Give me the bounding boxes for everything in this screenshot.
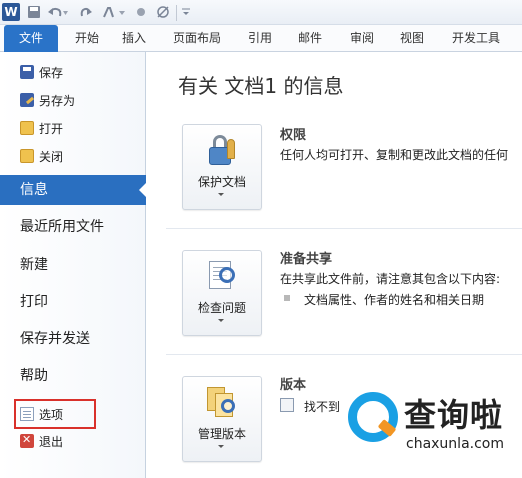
save-command[interactable]: 保存	[20, 61, 63, 83]
redo-icon[interactable]	[78, 3, 94, 21]
tab-references[interactable]: 引用	[240, 25, 280, 52]
quick-access-toolbar: W	[0, 0, 522, 25]
open-command[interactable]: 打开	[20, 117, 63, 139]
options-label: 选项	[39, 407, 64, 422]
page-title: 有关 文档1 的信息	[178, 74, 344, 98]
tab-developer[interactable]: 开发工具	[440, 25, 512, 52]
bullet-icon[interactable]	[134, 3, 148, 21]
word-app-icon[interactable]: W	[2, 3, 20, 21]
folder-open-icon	[20, 121, 34, 135]
exit-icon	[20, 433, 34, 448]
backstage-nav: 保存 另存为 打开 关闭 信息 最近所用文件 新建 打印 保存并发送 帮助 选项…	[0, 52, 147, 478]
section-divider	[166, 354, 522, 355]
dropdown-arrow-icon	[218, 445, 224, 448]
bullet-icon	[284, 295, 290, 301]
lock-key-icon	[205, 133, 239, 167]
nav-new[interactable]: 新建	[20, 252, 48, 278]
check-issues-button[interactable]: 检查问题	[182, 250, 262, 336]
prepare-heading: 准备共享	[280, 252, 333, 267]
save-as-icon	[20, 93, 34, 107]
folder-close-icon	[20, 149, 34, 163]
nav-print[interactable]: 打印	[20, 289, 48, 315]
exit-label: 退出	[39, 434, 64, 449]
exit-command[interactable]: 退出	[20, 430, 63, 452]
watermark-logo-icon	[348, 392, 398, 442]
versions-text: 找不到	[304, 400, 341, 414]
watermark: 查询啦 chaxunla.com	[346, 388, 522, 472]
toolbar-separator	[176, 5, 177, 21]
nav-info-label: 信息	[20, 182, 48, 198]
permissions-text: 任何人均可打开、复制和更改此文档的任何	[280, 148, 509, 162]
tab-review[interactable]: 审阅	[342, 25, 382, 52]
manage-versions-icon	[205, 385, 239, 419]
close-label: 关闭	[39, 149, 64, 164]
watermark-text: 查询啦	[404, 396, 504, 434]
tab-view[interactable]: 视图	[392, 25, 432, 52]
tab-insert[interactable]: 插入	[114, 25, 154, 52]
dropdown-arrow-icon	[218, 193, 224, 196]
protect-document-label: 保护文档	[197, 175, 246, 189]
versions-heading: 版本	[280, 378, 307, 393]
manage-versions-button[interactable]: 管理版本	[182, 376, 262, 462]
nav-info[interactable]: 信息	[0, 175, 147, 205]
options-icon	[20, 407, 34, 421]
save-as-label: 另存为	[39, 93, 76, 108]
tab-file[interactable]: 文件	[4, 25, 58, 52]
ribbon-tabs: 文件 开始 插入 页面布局 引用 邮件 审阅 视图 开发工具	[0, 25, 522, 52]
options-command[interactable]: 选项	[20, 403, 63, 425]
nav-recent[interactable]: 最近所用文件	[20, 214, 104, 240]
tab-home[interactable]: 开始	[64, 25, 110, 52]
permissions-heading: 权限	[280, 128, 307, 143]
customize-qat-icon[interactable]	[180, 3, 192, 21]
nav-help[interactable]: 帮助	[20, 363, 48, 389]
version-document-icon	[280, 398, 294, 412]
tab-mailings[interactable]: 邮件	[290, 25, 330, 52]
save-icon	[20, 65, 34, 79]
inspect-document-icon	[205, 259, 239, 293]
dropdown-arrow-icon	[218, 319, 224, 322]
watermark-url: chaxunla.com	[406, 436, 504, 452]
no-format-icon[interactable]	[154, 3, 172, 21]
close-command[interactable]: 关闭	[20, 145, 63, 167]
undo-icon[interactable]	[46, 3, 70, 21]
nav-save-send[interactable]: 保存并发送	[20, 326, 90, 352]
save-icon[interactable]	[26, 3, 42, 21]
format-painter-icon[interactable]	[100, 3, 128, 21]
prepare-bullet-text: 文档属性、作者的姓名和相关日期	[304, 293, 485, 307]
section-divider	[166, 228, 522, 229]
protect-document-button[interactable]: 保护文档	[182, 124, 262, 210]
check-issues-label: 检查问题	[197, 301, 246, 315]
save-label: 保存	[39, 65, 64, 80]
open-label: 打开	[39, 121, 64, 136]
prepare-text: 在共享此文件前，请注意其包含以下内容:	[280, 272, 501, 286]
tab-page-layout[interactable]: 页面布局	[162, 25, 232, 52]
save-as-command[interactable]: 另存为	[20, 89, 75, 111]
manage-versions-label: 管理版本	[197, 427, 246, 441]
